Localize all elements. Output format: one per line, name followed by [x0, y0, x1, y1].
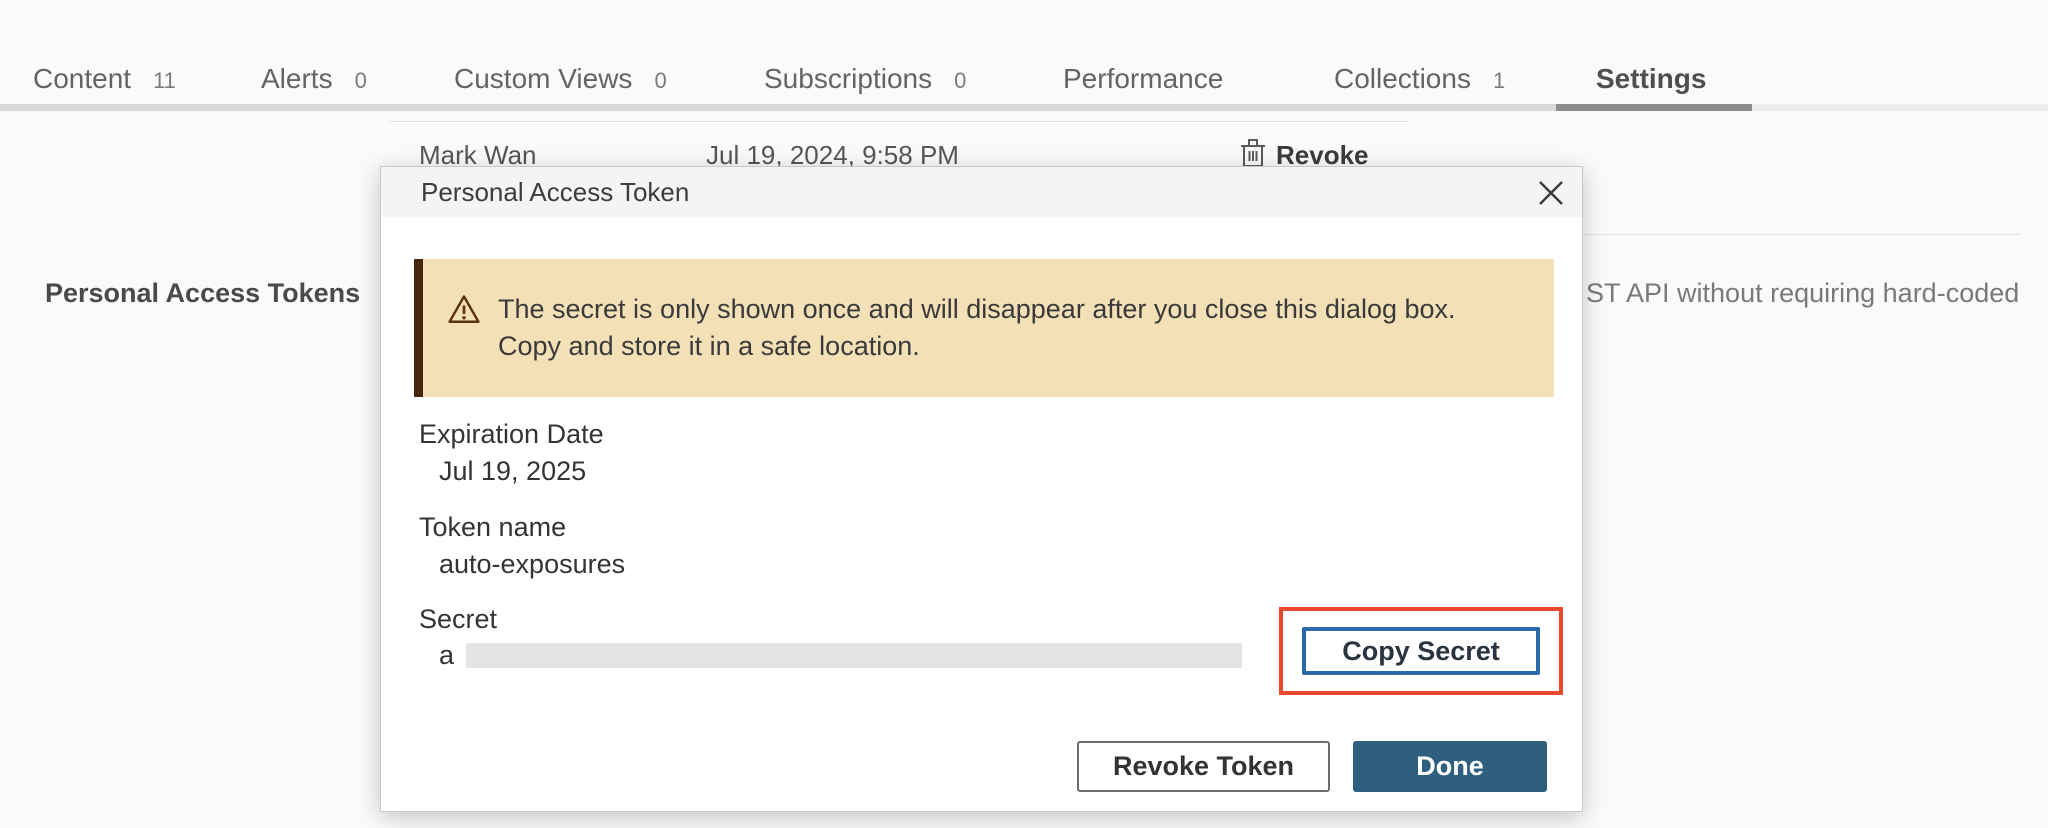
dialog-title: Personal Access Token	[421, 167, 689, 217]
revoke-token-button[interactable]: Revoke Token	[1077, 741, 1330, 792]
tab-count: 0	[954, 68, 966, 93]
trash-icon[interactable]	[1240, 138, 1266, 168]
tab-performance[interactable]: Performance	[1063, 62, 1223, 96]
tabbar-underline-track	[0, 104, 1556, 111]
tab-content[interactable]: Content 11	[33, 62, 176, 98]
expiration-date-value: Jul 19, 2025	[439, 456, 586, 487]
tab-count: 11	[153, 68, 176, 93]
secret-visible-character: a	[439, 640, 454, 671]
dialog-header: Personal Access Token	[381, 167, 1582, 217]
personal-access-token-dialog: Personal Access Token The secret is only…	[380, 166, 1583, 812]
close-icon[interactable]	[1534, 176, 1568, 210]
tab-label: Custom Views	[454, 63, 632, 94]
tab-label: Content	[33, 63, 131, 94]
secret-value-row: a	[439, 640, 1242, 671]
tab-label: Alerts	[261, 63, 333, 94]
tab-label: Performance	[1063, 63, 1223, 94]
tab-count: 0	[355, 68, 367, 93]
tab-label: Collections	[1334, 63, 1471, 94]
token-row-divider	[390, 121, 1408, 122]
tab-label: Settings	[1596, 63, 1706, 94]
section-description-fragment: ST API without requiring hard-coded	[1586, 278, 2019, 309]
tab-alerts[interactable]: Alerts 0	[261, 62, 367, 98]
active-tab-indicator	[1556, 104, 1752, 111]
warning-banner: The secret is only shown once and will d…	[414, 259, 1554, 397]
tab-collections[interactable]: Collections 1	[1334, 62, 1505, 98]
warning-triangle-icon	[447, 292, 481, 326]
section-label-personal-access-tokens: Personal Access Tokens	[45, 278, 360, 309]
token-name-label: Token name	[419, 512, 566, 543]
copy-secret-button[interactable]: Copy Secret	[1302, 627, 1540, 675]
section-divider	[1584, 234, 2020, 235]
tab-label: Subscriptions	[764, 63, 932, 94]
expiration-date-label: Expiration Date	[419, 419, 604, 450]
tabbar-underline-track-right	[1752, 104, 2048, 111]
secret-label: Secret	[419, 604, 497, 635]
tab-settings[interactable]: Settings	[1596, 62, 1706, 96]
tab-count: 1	[1493, 68, 1505, 93]
tab-subscriptions[interactable]: Subscriptions 0	[764, 62, 966, 98]
done-button[interactable]: Done	[1353, 741, 1547, 792]
token-name-value: auto-exposures	[439, 549, 625, 580]
warning-text: The secret is only shown once and will d…	[498, 291, 1520, 365]
annotation-highlight-rect: Copy Secret	[1279, 607, 1563, 695]
tab-custom-views[interactable]: Custom Views 0	[454, 62, 667, 98]
secret-masked-bar	[466, 643, 1242, 668]
tab-count: 0	[654, 68, 666, 93]
